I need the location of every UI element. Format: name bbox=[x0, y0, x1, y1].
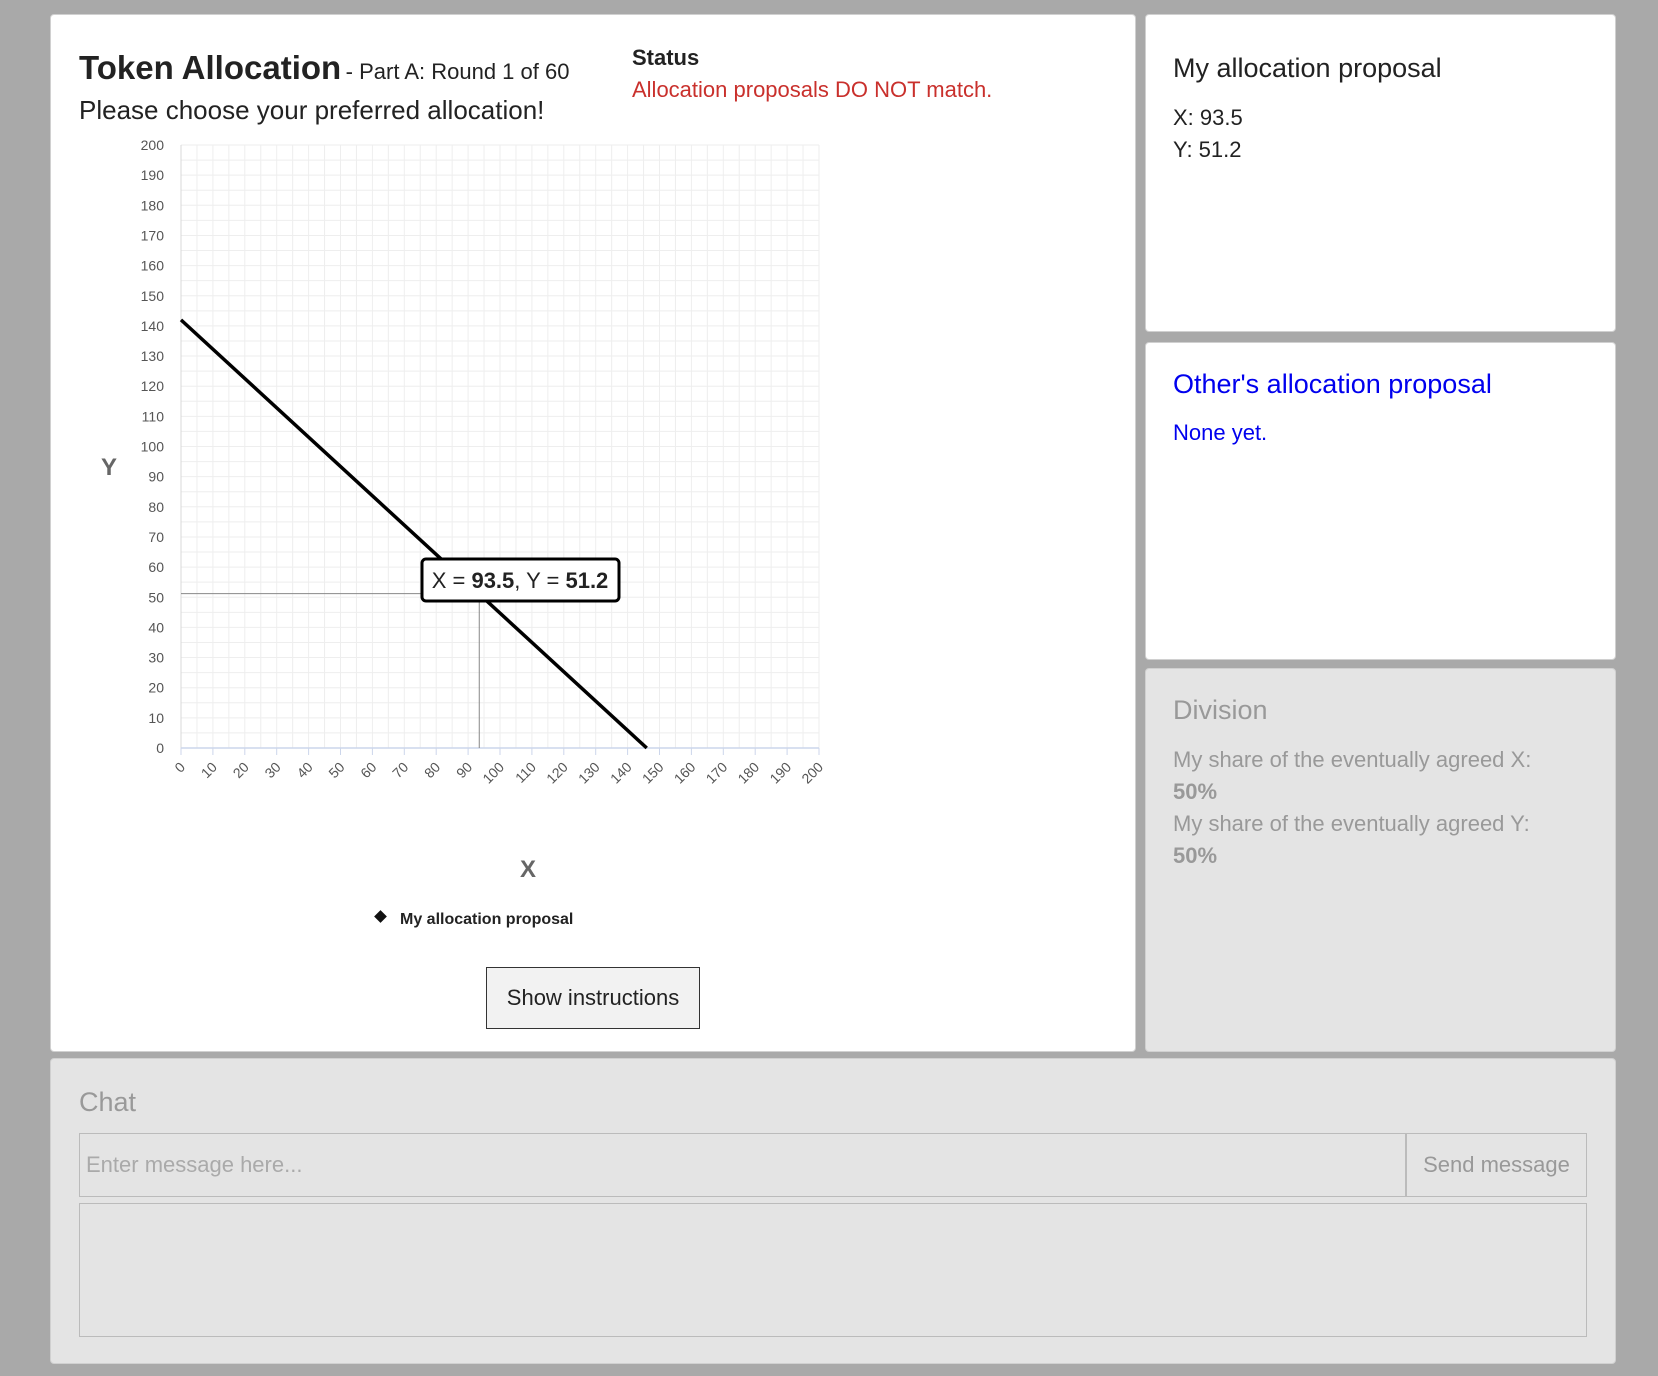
division-x-label: My share of the eventually agreed X: bbox=[1173, 747, 1532, 772]
legend-diamond-icon bbox=[374, 910, 387, 923]
tooltip-y-value: 51.2 bbox=[565, 568, 608, 593]
y-tick-label: 110 bbox=[142, 408, 165, 424]
division-y-value: 50% bbox=[1173, 843, 1218, 868]
y-tick-label: 60 bbox=[148, 559, 164, 575]
y-tick-label: 170 bbox=[141, 227, 165, 243]
x-tick-label: 120 bbox=[543, 759, 571, 787]
show-instructions-button[interactable]: Show instructions bbox=[486, 967, 700, 1029]
x-tick-label: 110 bbox=[512, 759, 539, 786]
chat-message-input[interactable] bbox=[79, 1133, 1406, 1197]
x-tick-label: 60 bbox=[357, 759, 379, 781]
y-tick-label: 100 bbox=[141, 439, 165, 455]
x-tick-label: 200 bbox=[798, 759, 826, 787]
division-x-value: 50% bbox=[1173, 779, 1218, 804]
y-tick-label: 40 bbox=[148, 619, 164, 635]
x-tick-label: 160 bbox=[671, 759, 699, 787]
point-tooltip: X = 93.5, Y = 51.2 bbox=[420, 557, 621, 603]
y-tick-label: 90 bbox=[148, 469, 164, 485]
x-axis-ticks: 0 10 20 30 40 50 60 70 80 90 100 110 120 130 140 150 160… bbox=[171, 748, 826, 787]
other-proposal-panel: Other's allocation proposal None yet. bbox=[1145, 342, 1616, 660]
y-tick-label: 180 bbox=[141, 197, 165, 213]
chat-heading: Chat bbox=[79, 1087, 137, 1117]
allocation-panel: Token Allocation - Part A: Round 1 of 60… bbox=[50, 14, 1136, 1052]
y-tick-label: 70 bbox=[148, 529, 164, 545]
division-heading: Division bbox=[1173, 695, 1268, 725]
allocation-chart[interactable]: 0102030405060708090100110120130140150160… bbox=[51, 15, 1137, 955]
chart-legend[interactable]: My allocation proposal bbox=[374, 910, 573, 928]
y-axis-label: Y bbox=[101, 454, 117, 481]
x-tick-label: 180 bbox=[734, 759, 762, 787]
y-tick-label: 130 bbox=[141, 348, 165, 364]
chat-log bbox=[79, 1203, 1587, 1337]
x-tick-label: 170 bbox=[703, 759, 731, 787]
division-y-label: My share of the eventually agreed Y: bbox=[1173, 811, 1530, 836]
chat-panel: Chat Send message bbox=[50, 1058, 1616, 1364]
tooltip-x-prefix: X = bbox=[432, 568, 472, 593]
x-tick-label: 40 bbox=[293, 759, 315, 781]
y-tick-label: 200 bbox=[141, 137, 165, 153]
y-tick-label: 20 bbox=[148, 680, 164, 696]
x-tick-label: 30 bbox=[261, 759, 283, 781]
my-proposal-y: Y: 51.2 bbox=[1173, 137, 1242, 162]
legend-label: My allocation proposal bbox=[400, 911, 573, 928]
other-proposal-text: None yet. bbox=[1173, 420, 1268, 445]
tooltip-x-value: 93.5 bbox=[471, 568, 514, 593]
y-tick-label: 140 bbox=[141, 318, 165, 334]
division-panel: Division My share of the eventually agre… bbox=[1145, 668, 1616, 1052]
x-tick-label: 140 bbox=[607, 759, 635, 787]
my-proposal-panel: My allocation proposal X: 93.5 Y: 51.2 bbox=[1145, 14, 1616, 332]
x-tick-label: 70 bbox=[389, 759, 411, 781]
x-tick-label: 0 bbox=[171, 759, 188, 776]
x-tick-label: 150 bbox=[639, 759, 667, 787]
other-proposal-heading: Other's allocation proposal bbox=[1173, 369, 1492, 399]
x-tick-label: 10 bbox=[198, 759, 220, 781]
send-message-button[interactable]: Send message bbox=[1406, 1133, 1587, 1197]
my-proposal-x: X: 93.5 bbox=[1173, 105, 1243, 130]
x-tick-label: 20 bbox=[230, 759, 252, 781]
y-tick-label: 160 bbox=[141, 258, 165, 274]
y-tick-label: 30 bbox=[148, 650, 164, 666]
my-proposal-heading: My allocation proposal bbox=[1173, 53, 1442, 83]
y-tick-label: 50 bbox=[148, 589, 164, 605]
y-axis-ticks: 0 10 20 30 40 50 60 70 80 90 100 110 120 130 140 150 160… bbox=[141, 137, 165, 756]
x-tick-label: 90 bbox=[453, 759, 475, 781]
svg-text:X = 93.5, Y = 51.2: X = 93.5, Y = 51.2 bbox=[432, 568, 609, 593]
y-tick-label: 190 bbox=[141, 167, 165, 183]
y-tick-label: 0 bbox=[156, 740, 164, 756]
x-tick-label: 130 bbox=[575, 759, 603, 787]
chart-grid bbox=[180, 144, 820, 749]
x-tick-label: 80 bbox=[421, 759, 443, 781]
x-tick-label: 190 bbox=[766, 759, 794, 787]
budget-line[interactable] bbox=[179, 318, 648, 750]
x-axis-label: X bbox=[520, 856, 536, 883]
y-tick-label: 120 bbox=[141, 378, 165, 394]
x-tick-label: 50 bbox=[325, 759, 347, 781]
y-tick-label: 150 bbox=[141, 288, 165, 304]
y-tick-label: 80 bbox=[148, 499, 164, 515]
x-tick-label: 100 bbox=[479, 759, 507, 787]
y-tick-label: 10 bbox=[148, 710, 164, 726]
tooltip-separator: , Y = bbox=[514, 568, 565, 593]
